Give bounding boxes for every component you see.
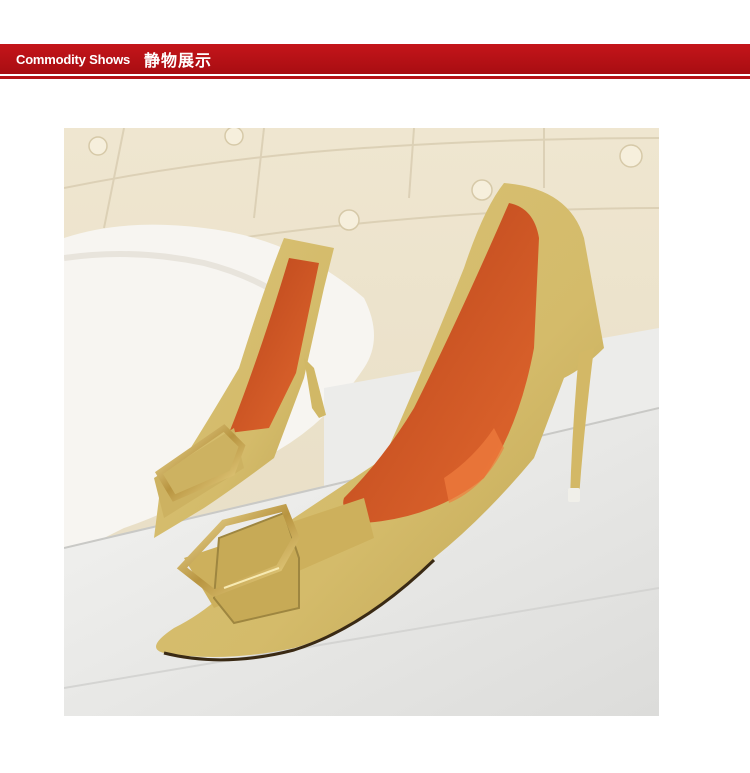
section-header-bar: Commodity Shows 静物展示 bbox=[0, 44, 750, 74]
section-title-chinese: 静物展示 bbox=[144, 51, 213, 70]
shoe-illustration bbox=[64, 128, 659, 716]
section-title-english: Commodity Shows bbox=[16, 51, 131, 67]
product-photo bbox=[64, 128, 659, 716]
header-divider bbox=[0, 76, 750, 79]
